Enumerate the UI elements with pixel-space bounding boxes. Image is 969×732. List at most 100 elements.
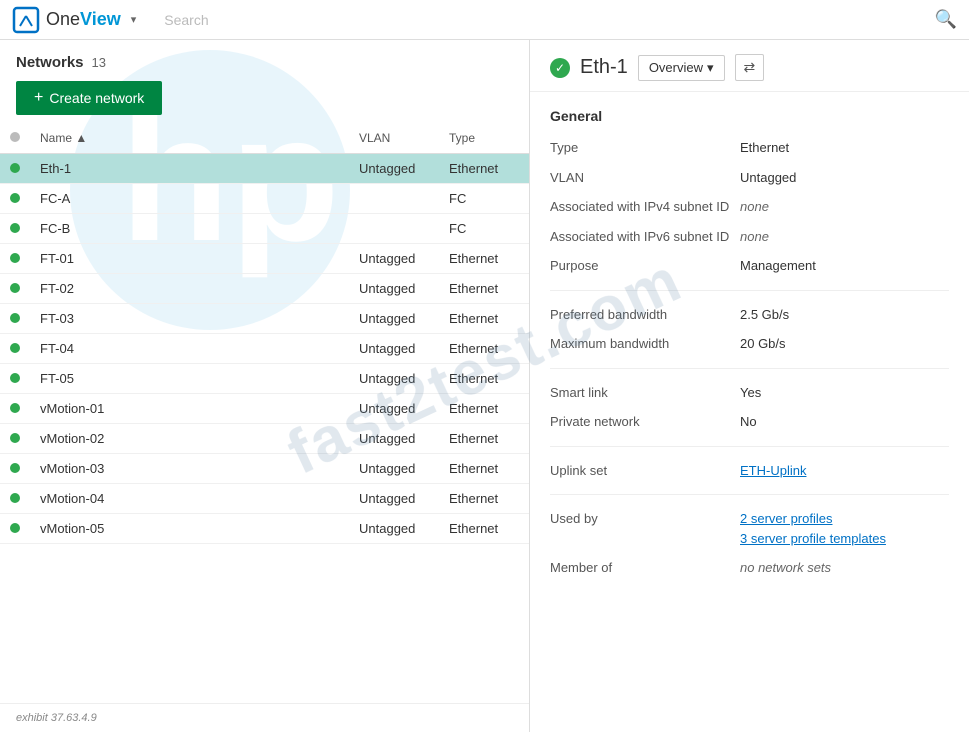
detail-field-row: Preferred bandwidth2.5 Gb/s	[550, 305, 949, 325]
logo-chevron-icon[interactable]: ▾	[131, 13, 137, 26]
section-divider	[550, 446, 949, 447]
status-dot-icon	[10, 463, 20, 473]
col-header-name[interactable]: Name ▲	[30, 123, 349, 154]
row-type-cell: Ethernet	[439, 274, 529, 304]
row-type-cell: Ethernet	[439, 154, 529, 184]
overview-dropdown-button[interactable]: Overview ▾	[638, 55, 725, 81]
row-vlan-cell: Untagged	[349, 424, 439, 454]
detail-field-link[interactable]: 2 server profiles	[740, 509, 886, 529]
status-dot-icon	[10, 193, 20, 203]
row-vlan-cell	[349, 214, 439, 244]
panel-header: Networks 13 + Create network	[0, 40, 529, 123]
status-dot-icon	[10, 433, 20, 443]
table-row[interactable]: vMotion-04UntaggedEthernet	[0, 484, 529, 514]
detail-field-value: No	[740, 412, 757, 432]
detail-field-value: 2.5 Gb/s	[740, 305, 789, 325]
table-row[interactable]: FT-05UntaggedEthernet	[0, 364, 529, 394]
row-name-cell[interactable]: FT-05	[30, 364, 349, 394]
row-name-cell[interactable]: vMotion-05	[30, 514, 349, 544]
table-row[interactable]: FC-AFC	[0, 184, 529, 214]
search-icon[interactable]: 🔍	[935, 9, 957, 30]
row-name-cell[interactable]: FT-01	[30, 244, 349, 274]
panel-title: Networks 13	[16, 54, 513, 71]
table-row[interactable]: FT-04UntaggedEthernet	[0, 334, 529, 364]
row-type-cell: Ethernet	[439, 304, 529, 334]
table-row[interactable]: vMotion-03UntaggedEthernet	[0, 454, 529, 484]
row-vlan-cell: Untagged	[349, 514, 439, 544]
row-name-cell[interactable]: FT-03	[30, 304, 349, 334]
detail-field-italic-value: none	[740, 197, 769, 217]
detail-field-value: none	[740, 197, 769, 217]
row-name-cell[interactable]: FT-04	[30, 334, 349, 364]
row-vlan-cell: Untagged	[349, 364, 439, 394]
detail-field-value: Untagged	[740, 168, 796, 188]
row-name-cell[interactable]: FT-02	[30, 274, 349, 304]
detail-field-value[interactable]: 2 server profiles3 server profile templa…	[740, 509, 886, 548]
table-row[interactable]: vMotion-02UntaggedEthernet	[0, 424, 529, 454]
row-vlan-cell: Untagged	[349, 154, 439, 184]
status-dot-icon	[10, 163, 20, 173]
detail-field-row: Maximum bandwidth20 Gb/s	[550, 334, 949, 354]
status-dot-icon	[10, 223, 20, 233]
section-divider	[550, 494, 949, 495]
oneview-logo-icon	[12, 6, 40, 34]
detail-field-row: TypeEthernet	[550, 138, 949, 158]
row-name-cell[interactable]: vMotion-04	[30, 484, 349, 514]
left-panel: hp Networks 13 + Create network Name ▲	[0, 40, 530, 732]
status-dot-icon	[10, 313, 20, 323]
table-row[interactable]: FT-03UntaggedEthernet	[0, 304, 529, 334]
col-header-vlan[interactable]: VLAN	[349, 123, 439, 154]
row-status-cell	[0, 514, 30, 544]
network-status-indicator: ✓	[550, 58, 570, 78]
table-row[interactable]: FT-02UntaggedEthernet	[0, 274, 529, 304]
row-vlan-cell: Untagged	[349, 274, 439, 304]
status-dot-icon	[10, 373, 20, 383]
row-status-cell	[0, 244, 30, 274]
row-vlan-cell	[349, 184, 439, 214]
table-row[interactable]: FT-01UntaggedEthernet	[0, 244, 529, 274]
detail-field-link[interactable]: ETH-Uplink	[740, 461, 806, 481]
detail-field-normal-value: No	[740, 412, 757, 432]
detail-field-row: Associated with IPv4 subnet IDnone	[550, 197, 949, 217]
row-vlan-cell: Untagged	[349, 454, 439, 484]
detail-field-row: Uplink setETH-Uplink	[550, 461, 949, 481]
detail-field-row: Smart linkYes	[550, 383, 949, 403]
status-dot-icon	[10, 523, 20, 533]
detail-field-value: no network sets	[740, 558, 831, 578]
network-table: Name ▲ VLAN Type Eth-1UntaggedEthernetFC…	[0, 123, 529, 703]
row-name-cell[interactable]: vMotion-01	[30, 394, 349, 424]
row-name-cell[interactable]: FC-B	[30, 214, 349, 244]
row-type-cell: Ethernet	[439, 484, 529, 514]
create-network-button[interactable]: + Create network	[16, 81, 162, 115]
detail-field-label: Private network	[550, 412, 740, 432]
row-vlan-cell: Untagged	[349, 334, 439, 364]
detail-field-value: 20 Gb/s	[740, 334, 786, 354]
panel-footer: exhibit 37.63.4.9	[0, 703, 529, 732]
row-type-cell: Ethernet	[439, 454, 529, 484]
detail-field-value: none	[740, 227, 769, 247]
detail-body: General TypeEthernetVLANUntaggedAssociat…	[530, 92, 969, 604]
table-row[interactable]: Eth-1UntaggedEthernet	[0, 154, 529, 184]
general-section-title: General	[550, 108, 949, 124]
detail-field-link-extra[interactable]: 3 server profile templates	[740, 529, 886, 549]
status-dot-icon	[10, 343, 20, 353]
detail-field-italic-value: none	[740, 227, 769, 247]
status-dot-icon	[10, 253, 20, 263]
detail-field-value[interactable]: ETH-Uplink	[740, 461, 806, 481]
table-row[interactable]: vMotion-05UntaggedEthernet	[0, 514, 529, 544]
table-row[interactable]: FC-BFC	[0, 214, 529, 244]
logo: OneView ▾	[12, 6, 136, 34]
row-name-cell[interactable]: Eth-1	[30, 154, 349, 184]
detail-field-value: Ethernet	[740, 138, 789, 158]
detail-field-row: Associated with IPv6 subnet IDnone	[550, 227, 949, 247]
actions-button[interactable]: ⇄	[735, 54, 765, 81]
row-name-cell[interactable]: FC-A	[30, 184, 349, 214]
topbar: OneView ▾ Search 🔍	[0, 0, 969, 40]
create-network-label: Create network	[49, 90, 144, 106]
row-name-cell[interactable]: vMotion-02	[30, 424, 349, 454]
row-name-cell[interactable]: vMotion-03	[30, 454, 349, 484]
row-type-cell: Ethernet	[439, 244, 529, 274]
row-type-cell: Ethernet	[439, 394, 529, 424]
table-row[interactable]: vMotion-01UntaggedEthernet	[0, 394, 529, 424]
col-header-type[interactable]: Type	[439, 123, 529, 154]
